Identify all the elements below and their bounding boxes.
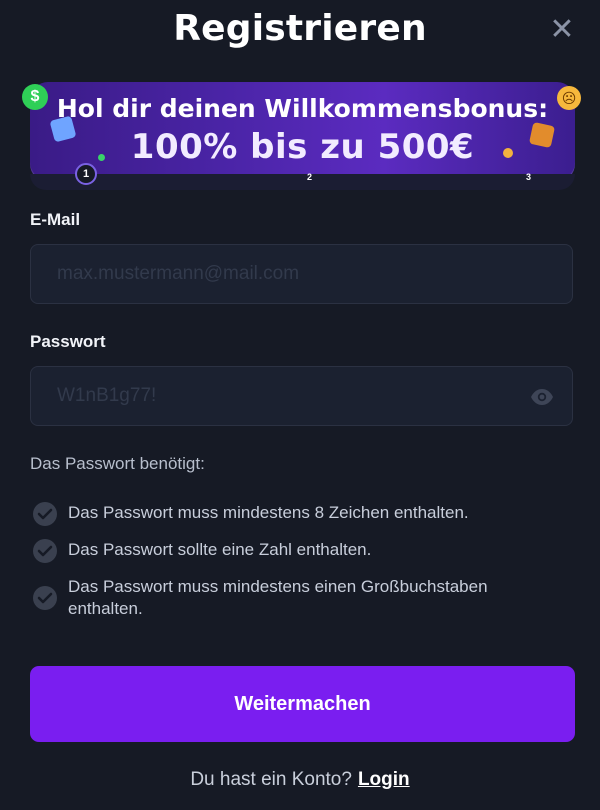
requirement-text: Das Passwort muss mindestens einen Großb… <box>68 577 488 618</box>
banner-progress-track <box>30 174 575 190</box>
step-indicator-2[interactable]: 2 <box>307 172 312 182</box>
registration-modal: Registrieren ✕ $ ☹ Hol dir deinen Willko… <box>0 0 600 810</box>
banner-bonus-amount: 100% bis zu 500€ <box>130 127 475 167</box>
modal-title: Registrieren <box>173 8 427 49</box>
password-field-wrapper <box>30 366 573 426</box>
step-indicator-3[interactable]: 3 <box>526 172 531 182</box>
password-label: Passwort <box>30 332 106 351</box>
requirement-item: Das Passwort muss mindestens einen Großb… <box>33 576 558 620</box>
requirement-item: Das Passwort muss mindestens 8 Zeichen e… <box>33 502 568 526</box>
step-indicator-1[interactable]: 1 <box>75 163 97 185</box>
requirement-item: Das Passwort sollte eine Zahl enthalten. <box>33 539 568 563</box>
check-circle-icon <box>33 539 57 563</box>
continue-button[interactable]: Weitermachen <box>30 666 575 742</box>
requirement-text: Das Passwort muss mindestens 8 Zeichen e… <box>68 503 469 522</box>
email-label: E-Mail <box>30 210 81 229</box>
requirement-text: Das Passwort sollte eine Zahl enthalten. <box>68 540 372 559</box>
welcome-bonus-banner[interactable]: $ ☹ Hol dir deinen Willkommensbonus: 100… <box>22 82 581 190</box>
check-circle-icon <box>33 586 57 610</box>
password-field[interactable] <box>31 367 572 425</box>
banner-headline: Hol dir deinen Willkommensbonus: <box>56 94 549 123</box>
password-requirements-title: Das Passwort benötigt: <box>30 454 205 473</box>
email-field[interactable] <box>31 245 572 303</box>
email-field-wrapper <box>30 244 573 304</box>
close-icon[interactable]: ✕ <box>548 15 576 45</box>
login-link[interactable]: Login <box>358 769 410 790</box>
login-prompt: Du hast ein Konto? Login <box>0 769 600 791</box>
account-question: Du hast ein Konto? <box>190 769 352 790</box>
eye-icon[interactable] <box>530 385 554 409</box>
check-circle-icon <box>33 502 57 526</box>
